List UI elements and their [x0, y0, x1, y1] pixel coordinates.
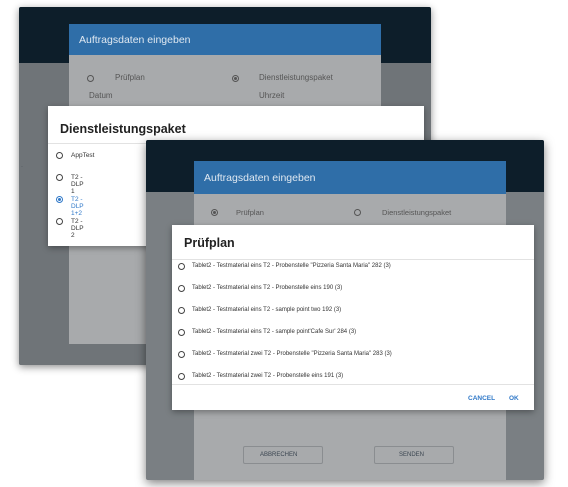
ok-button[interactable]: OK [509, 395, 519, 402]
divider [172, 259, 534, 260]
radio-pruefplan-label: Prüfplan [236, 208, 264, 217]
dialog-title: Dienstleistungspaket [60, 122, 186, 136]
radio-dienst-label: Dienstleistungspaket [382, 208, 452, 217]
divider [172, 384, 534, 385]
dialog-title: Prüfplan [184, 236, 235, 250]
form-send-button[interactable]: SENDEN [374, 446, 454, 464]
form-header: Auftragsdaten eingeben [194, 161, 506, 194]
radio-icon[interactable] [178, 285, 185, 292]
radio-dienst[interactable] [232, 75, 239, 82]
uhrzeit-label: Uhrzeit [259, 91, 285, 100]
radio-pruefplan[interactable] [87, 75, 94, 82]
cancel-button[interactable]: CANCEL [468, 395, 495, 402]
radio-dienst[interactable] [354, 209, 361, 216]
option-label: Tablet2 - Testmaterial eins T2 - sample … [192, 307, 342, 313]
form-cancel-button[interactable]: ABBRECHEN [243, 446, 323, 464]
form-cancel-label: ABBRECHEN [260, 452, 298, 458]
radio-pruefplan[interactable] [211, 209, 218, 216]
radio-icon[interactable] [178, 329, 185, 336]
option-label: AppTest [71, 152, 95, 159]
radio-dienst-label: Dienstleistungspaket [259, 73, 333, 82]
option-label: Tablet2 - Testmaterial eins T2 - sample … [192, 329, 357, 335]
option-label: T2 - DLP 1 [71, 174, 84, 195]
front-screenshot: Auftragsdaten eingeben Prüfplan Dienstle… [146, 140, 544, 480]
radio-icon[interactable] [56, 174, 63, 181]
radio-icon[interactable] [56, 218, 63, 225]
form-header: Auftragsdaten eingeben [69, 24, 381, 55]
option-label: Tablet2 - Testmaterial eins T2 - Probens… [192, 285, 343, 291]
datum-label: Datum [89, 91, 113, 100]
form-send-label: SENDEN [399, 452, 425, 458]
option-label: T2 - DLP 2 [71, 218, 84, 239]
radio-icon[interactable] [178, 307, 185, 314]
option-label: Tablet2 - Testmaterial zwei T2 - Probens… [192, 351, 392, 357]
radio-icon[interactable] [178, 373, 185, 380]
option-label: Tablet2 - Testmaterial zwei T2 - Probens… [192, 373, 344, 379]
option-label: Tablet2 - Testmaterial eins T2 - Probens… [192, 263, 391, 269]
radio-icon[interactable] [178, 351, 185, 358]
radio-pruefplan-label: Prüfplan [115, 73, 145, 82]
form-header-title: Auftragsdaten eingeben [79, 34, 191, 46]
pruefplan-dialog: Prüfplan Tablet2 - Testmaterial eins T2 … [172, 225, 534, 410]
radio-icon[interactable] [56, 152, 63, 159]
option-label: T2 - DLP 1+2 [71, 196, 84, 217]
radio-selected-icon[interactable] [56, 196, 63, 203]
form-header-title: Auftragsdaten eingeben [204, 172, 316, 184]
radio-icon[interactable] [178, 263, 185, 270]
